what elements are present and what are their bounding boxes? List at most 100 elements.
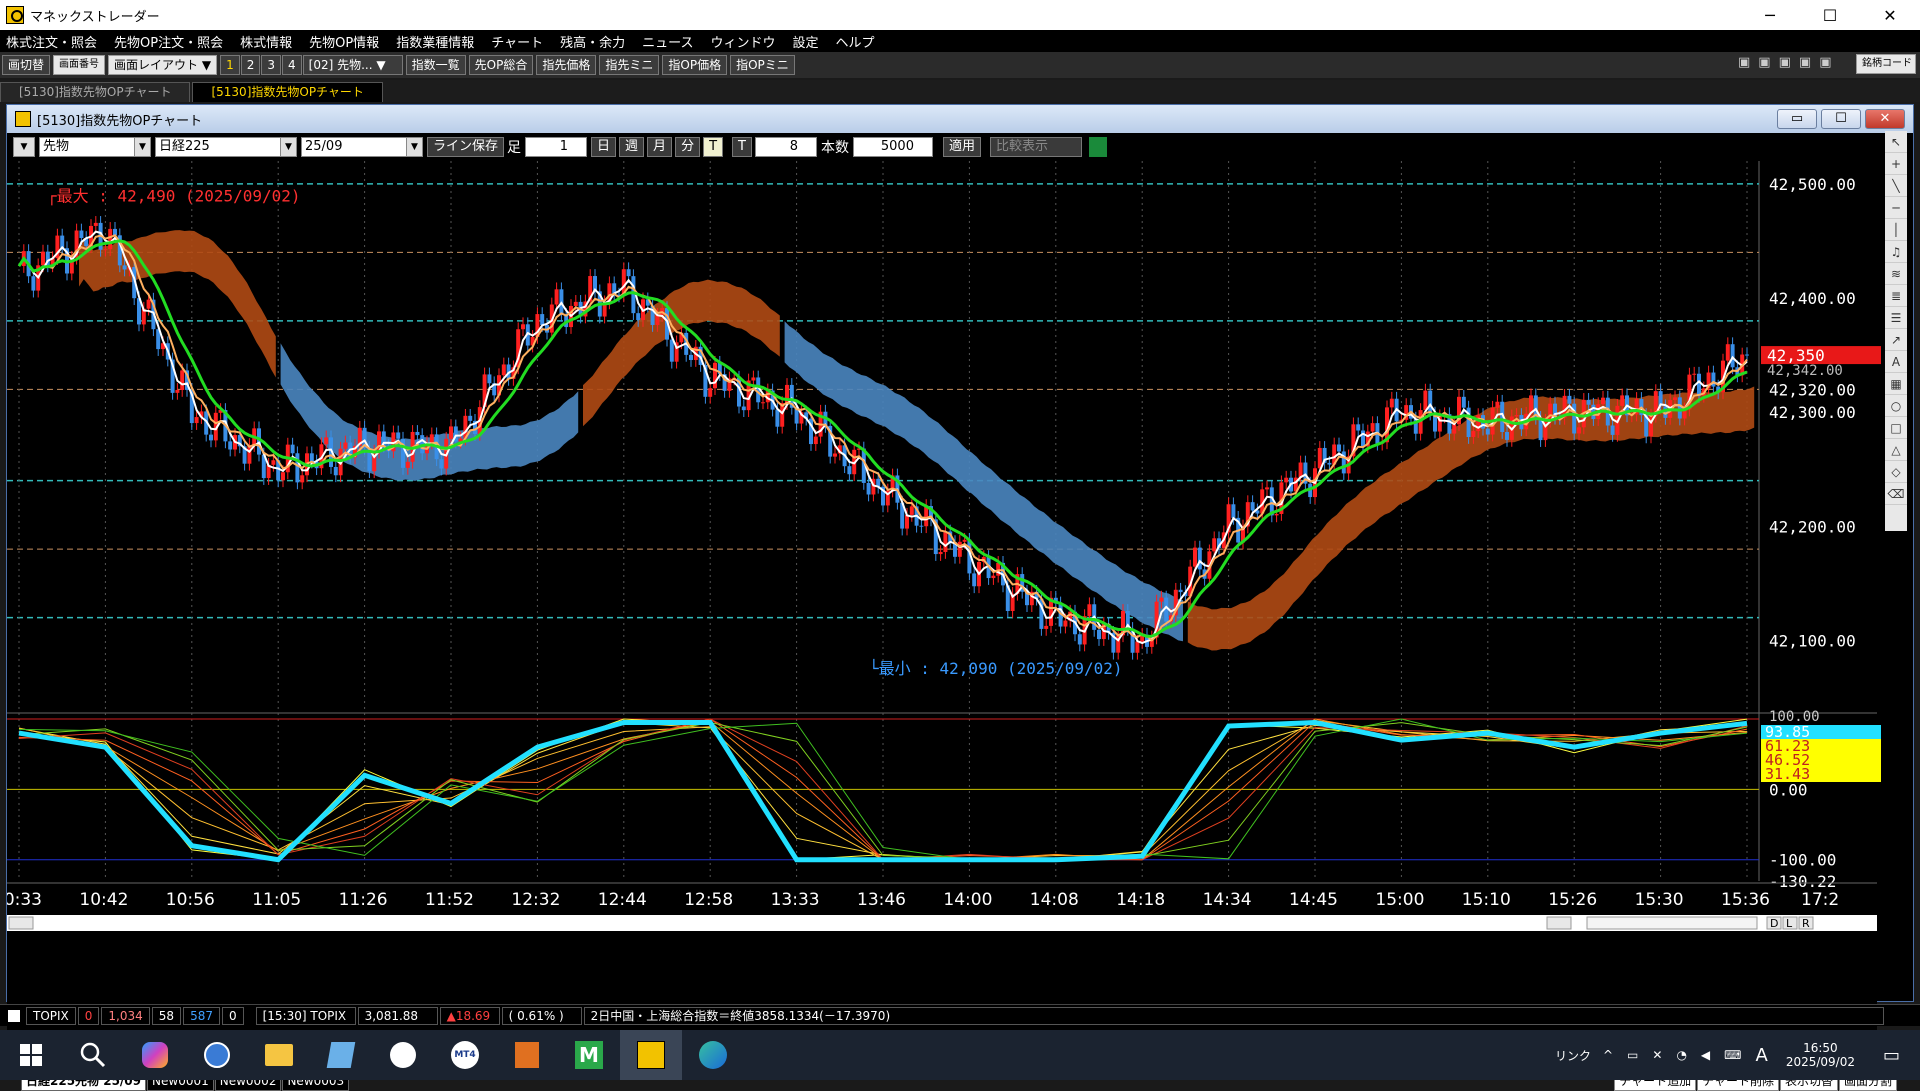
tray-link[interactable]: リンク xyxy=(1555,1047,1591,1064)
hline-icon[interactable]: ─ xyxy=(1885,197,1907,219)
period-month[interactable]: 月 xyxy=(647,137,673,157)
op-mini-button[interactable]: 指OPミニ xyxy=(730,55,795,75)
layout-4[interactable]: 4 xyxy=(282,55,302,75)
futures-price-button[interactable]: 指先価格 xyxy=(536,55,597,75)
chevron-up-icon[interactable]: ^ xyxy=(1603,1048,1613,1062)
menu-item-5[interactable]: チャート xyxy=(491,32,543,51)
period-day[interactable]: 日 xyxy=(591,137,617,157)
browser-icon[interactable] xyxy=(186,1030,248,1080)
chart-minimize-button[interactable]: ▭ xyxy=(1777,109,1817,129)
menu-item-6[interactable]: 残高・余力 xyxy=(560,32,625,51)
compare-button[interactable]: 比較表示 xyxy=(990,137,1082,157)
tab-chart-2[interactable]: [5130]指数先物OPチャート xyxy=(192,82,383,102)
status-index[interactable]: TOPIX xyxy=(26,1006,76,1025)
channel-icon[interactable]: ≣ xyxy=(1885,285,1907,307)
network-off-icon[interactable]: ✕ xyxy=(1652,1048,1662,1062)
window-icon[interactable]: ▣ xyxy=(1799,55,1811,70)
folder-icon[interactable] xyxy=(248,1030,310,1080)
cursor-icon[interactable]: ↖ xyxy=(1885,131,1907,153)
op-price-button[interactable]: 指OP価格 xyxy=(662,55,728,75)
scroll-right-button[interactable] xyxy=(1546,916,1572,930)
layout-1[interactable]: 1 xyxy=(220,55,240,75)
status-news[interactable]: 2日中国・上海総合指数＝終値3858.1334(－17.3970) xyxy=(583,1006,1884,1025)
index-list-button[interactable]: 指数一覧 xyxy=(405,55,466,75)
scroll-left-button[interactable] xyxy=(8,916,34,930)
window-icon[interactable]: ▣ xyxy=(1758,55,1770,70)
menu-item-4[interactable]: 指数業種情報 xyxy=(396,32,474,51)
minimize-button[interactable]: ─ xyxy=(1742,0,1798,30)
copilot-icon[interactable] xyxy=(124,1030,186,1080)
gann-icon[interactable]: ☰ xyxy=(1885,307,1907,329)
eraser-icon[interactable]: ◇ xyxy=(1885,461,1907,483)
arrow-icon[interactable]: ↗ xyxy=(1885,329,1907,351)
search-icon[interactable] xyxy=(62,1030,124,1080)
contract-select[interactable]: 25/09 ▼ xyxy=(301,137,423,157)
bell-icon[interactable]: ♫ xyxy=(1885,241,1907,263)
ime-indicator[interactable]: A xyxy=(1755,1045,1767,1066)
text-icon[interactable]: A xyxy=(1885,351,1907,373)
layout-select[interactable]: 画面レイアウト ▼ xyxy=(108,55,218,75)
window-icon[interactable]: ▣ xyxy=(1819,55,1831,70)
chart-close-button[interactable]: ✕ xyxy=(1865,109,1905,129)
menu-item-8[interactable]: ウィンドウ xyxy=(710,32,775,51)
wifi-icon[interactable]: ◔ xyxy=(1676,1048,1686,1062)
grid-icon[interactable]: ▦ xyxy=(1885,373,1907,395)
fib-icon[interactable]: ≋ xyxy=(1885,263,1907,285)
t-input[interactable]: 8 xyxy=(754,137,817,157)
crosshair-icon[interactable]: + xyxy=(1885,153,1907,175)
menu-item-9[interactable]: 設定 xyxy=(792,32,818,51)
layout-2[interactable]: 2 xyxy=(240,55,261,75)
volume-icon[interactable]: ◀ xyxy=(1701,1048,1710,1062)
vline-icon[interactable]: │ xyxy=(1885,219,1907,241)
edge-icon[interactable] xyxy=(682,1030,744,1080)
line-save-button[interactable]: ライン保存 xyxy=(427,137,505,157)
period-tick[interactable]: T xyxy=(703,137,724,157)
tab-chart-1[interactable]: [5130]指数先物OPチャート xyxy=(0,82,191,102)
apply-button[interactable]: 適用 xyxy=(942,137,981,157)
device-icon[interactable]: ▭ xyxy=(1627,1048,1638,1062)
window-icon[interactable]: ▣ xyxy=(1779,55,1791,70)
keyboard-icon[interactable]: ⌨ xyxy=(1724,1048,1741,1062)
triangle-icon[interactable]: △ xyxy=(1885,439,1907,461)
menu-item-2[interactable]: 株式情報 xyxy=(240,32,292,51)
period-minute[interactable]: 分 xyxy=(675,137,701,157)
close-button[interactable]: ✕ xyxy=(1862,0,1918,30)
mt4-icon[interactable]: MT4 xyxy=(434,1030,496,1080)
count-input[interactable]: 5000 xyxy=(852,137,933,157)
chart-restore-button[interactable]: ☐ xyxy=(1821,109,1861,129)
maximize-button[interactable]: ☐ xyxy=(1802,0,1858,30)
menu-item-1[interactable]: 先物OP注文・照会 xyxy=(114,32,223,51)
op-summary-button[interactable]: 先OP総合 xyxy=(468,55,534,75)
clock-icon[interactable] xyxy=(372,1030,434,1080)
ashi-input[interactable]: 1 xyxy=(525,137,588,157)
monex-trader-icon[interactable] xyxy=(620,1030,682,1080)
grid-app-icon[interactable] xyxy=(496,1030,558,1080)
menu-item-0[interactable]: 株式注文・照会 xyxy=(6,32,97,51)
layout-3[interactable]: 3 xyxy=(261,55,282,75)
notification-icon[interactable]: ▭ xyxy=(1883,1045,1900,1066)
start-icon[interactable] xyxy=(0,1030,62,1080)
ellipse-icon[interactable]: ○ xyxy=(1885,395,1907,417)
chart-canvas[interactable]: ┌最大 : 42,490 (2025/09/02) └最小 : 42,090 (2… xyxy=(7,161,1887,1031)
clock[interactable]: 16:50 2025/09/02 xyxy=(1786,1041,1855,1069)
delete-icon[interactable]: ⌫ xyxy=(1885,483,1907,505)
futures-mini-button[interactable]: 指先ミニ xyxy=(599,55,660,75)
zoom-slider[interactable] xyxy=(1586,916,1758,930)
menu-item-7[interactable]: ニュース xyxy=(642,32,693,51)
switch-button[interactable]: 画切替 xyxy=(2,55,51,75)
bars-icon[interactable] xyxy=(1089,137,1107,157)
period-week[interactable]: 週 xyxy=(619,137,645,157)
index-select[interactable]: 日経225 ▼ xyxy=(155,137,297,157)
trendline-icon[interactable]: ╲ xyxy=(1885,175,1907,197)
menu-item-10[interactable]: ヘルプ xyxy=(835,32,874,51)
code-input[interactable]: 銘柄コード xyxy=(1856,54,1916,74)
rect-icon[interactable]: □ xyxy=(1885,417,1907,439)
screen-number-field[interactable]: 画面番号 xyxy=(53,55,106,75)
menu-item-3[interactable]: 先物OP情報 xyxy=(309,32,379,51)
preset-select[interactable]: [02] 先物... ▼ xyxy=(302,55,403,75)
window-icon[interactable]: ▣ xyxy=(1738,55,1750,70)
menu-dropdown[interactable]: ▼ xyxy=(13,137,35,157)
instrument-select[interactable]: 先物 ▼ xyxy=(39,137,151,157)
app-icon[interactable] xyxy=(310,1030,372,1080)
m-app-icon[interactable]: M xyxy=(558,1030,620,1080)
